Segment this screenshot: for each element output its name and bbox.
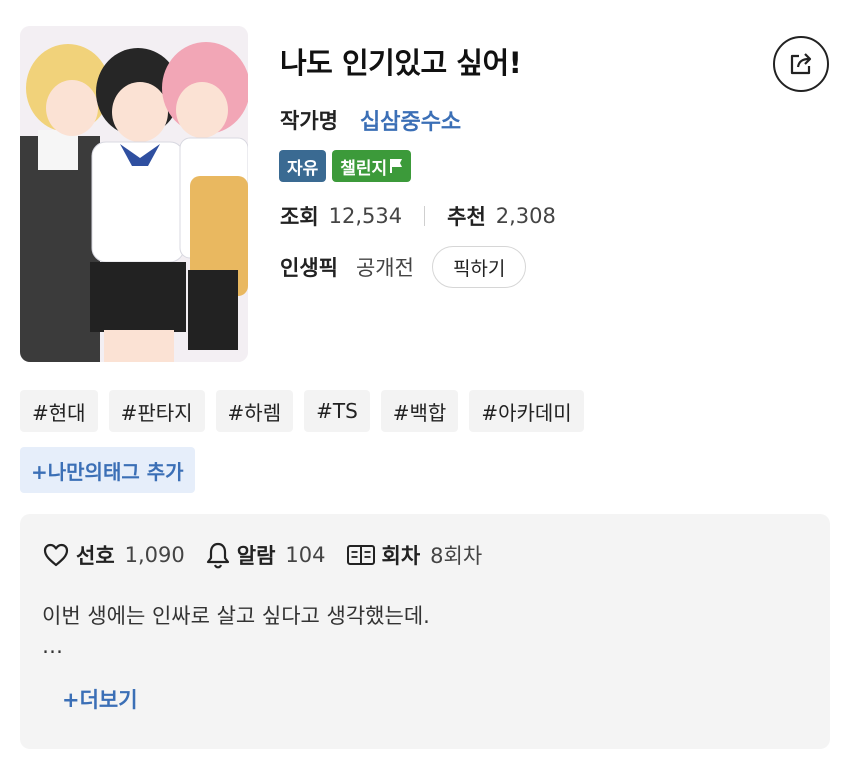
pick-button[interactable]: 픽하기	[431, 246, 527, 288]
share-icon	[790, 53, 812, 75]
author-name-link[interactable]: 십삼중수소	[360, 104, 461, 136]
free-badge: 자유	[279, 150, 327, 182]
page-title: 나도 인기있고 싶어!	[280, 46, 522, 80]
tag-item[interactable]: #현대	[20, 390, 98, 432]
life-pick-row: 인생픽 공개전 픽하기	[280, 246, 527, 288]
divider	[424, 206, 426, 226]
likes-stat[interactable]: 선호 1,090	[42, 540, 185, 570]
recommend-label: 추천	[447, 205, 486, 229]
add-my-tag-button[interactable]: +나만의태그 추가	[20, 447, 195, 493]
alarm-value: 104	[285, 543, 326, 567]
info-stats-row: 선호 1,090 알람 104 회차 8회차	[42, 540, 502, 570]
tag-list: #현대 #판타지 #하렘 #TS #백합 #아카데미	[20, 390, 584, 432]
author-label: 작가명	[280, 109, 338, 133]
heart-icon	[43, 543, 69, 567]
alarm-label: 알람	[236, 544, 276, 568]
recommend-value: 2,308	[495, 204, 556, 228]
life-pick-label: 인생픽	[280, 256, 338, 280]
author-row: 작가명 십삼중수소	[280, 104, 461, 136]
episodes-stat[interactable]: 회차 8회차	[346, 540, 483, 570]
alarm-stat[interactable]: 알람 104	[205, 540, 326, 570]
bell-icon	[206, 542, 229, 569]
tag-item[interactable]: #아카데미	[469, 390, 584, 432]
stats-row: 조회 12,534 추천 2,308	[280, 201, 556, 231]
life-pick-status: 공개전	[355, 256, 414, 280]
tag-item[interactable]: #하렘	[215, 390, 294, 432]
synopsis-text: 이번 생에는 인싸로 살고 싶다고 생각했는데.	[42, 604, 430, 628]
views-label: 조회	[280, 205, 319, 229]
share-button[interactable]	[773, 36, 829, 92]
free-badge-label: 자유	[287, 158, 319, 179]
views-value: 12,534	[328, 204, 403, 228]
likes-value: 1,090	[124, 543, 185, 567]
challenge-badge: 챌린지	[332, 150, 412, 182]
episodes-value: 8회차	[430, 544, 483, 568]
episodes-label: 회차	[381, 544, 421, 568]
challenge-badge-label: 챌린지	[340, 158, 388, 179]
tag-item[interactable]: #판타지	[108, 390, 205, 432]
info-panel: 선호 1,090 알람 104 회차 8회차 이번 생에는 인싸로 살고 싶다고…	[20, 514, 830, 749]
badge-group: 자유 챌린지	[279, 150, 412, 182]
tag-item[interactable]: #백합	[380, 390, 459, 432]
tag-item[interactable]: #TS	[304, 390, 370, 432]
book-icon	[346, 545, 375, 565]
flag-icon	[390, 159, 403, 173]
show-more-button[interactable]: +더보기	[62, 684, 138, 714]
likes-label: 선호	[76, 544, 115, 568]
cover-image[interactable]	[20, 26, 248, 362]
synopsis-ellipsis: …	[42, 634, 63, 658]
